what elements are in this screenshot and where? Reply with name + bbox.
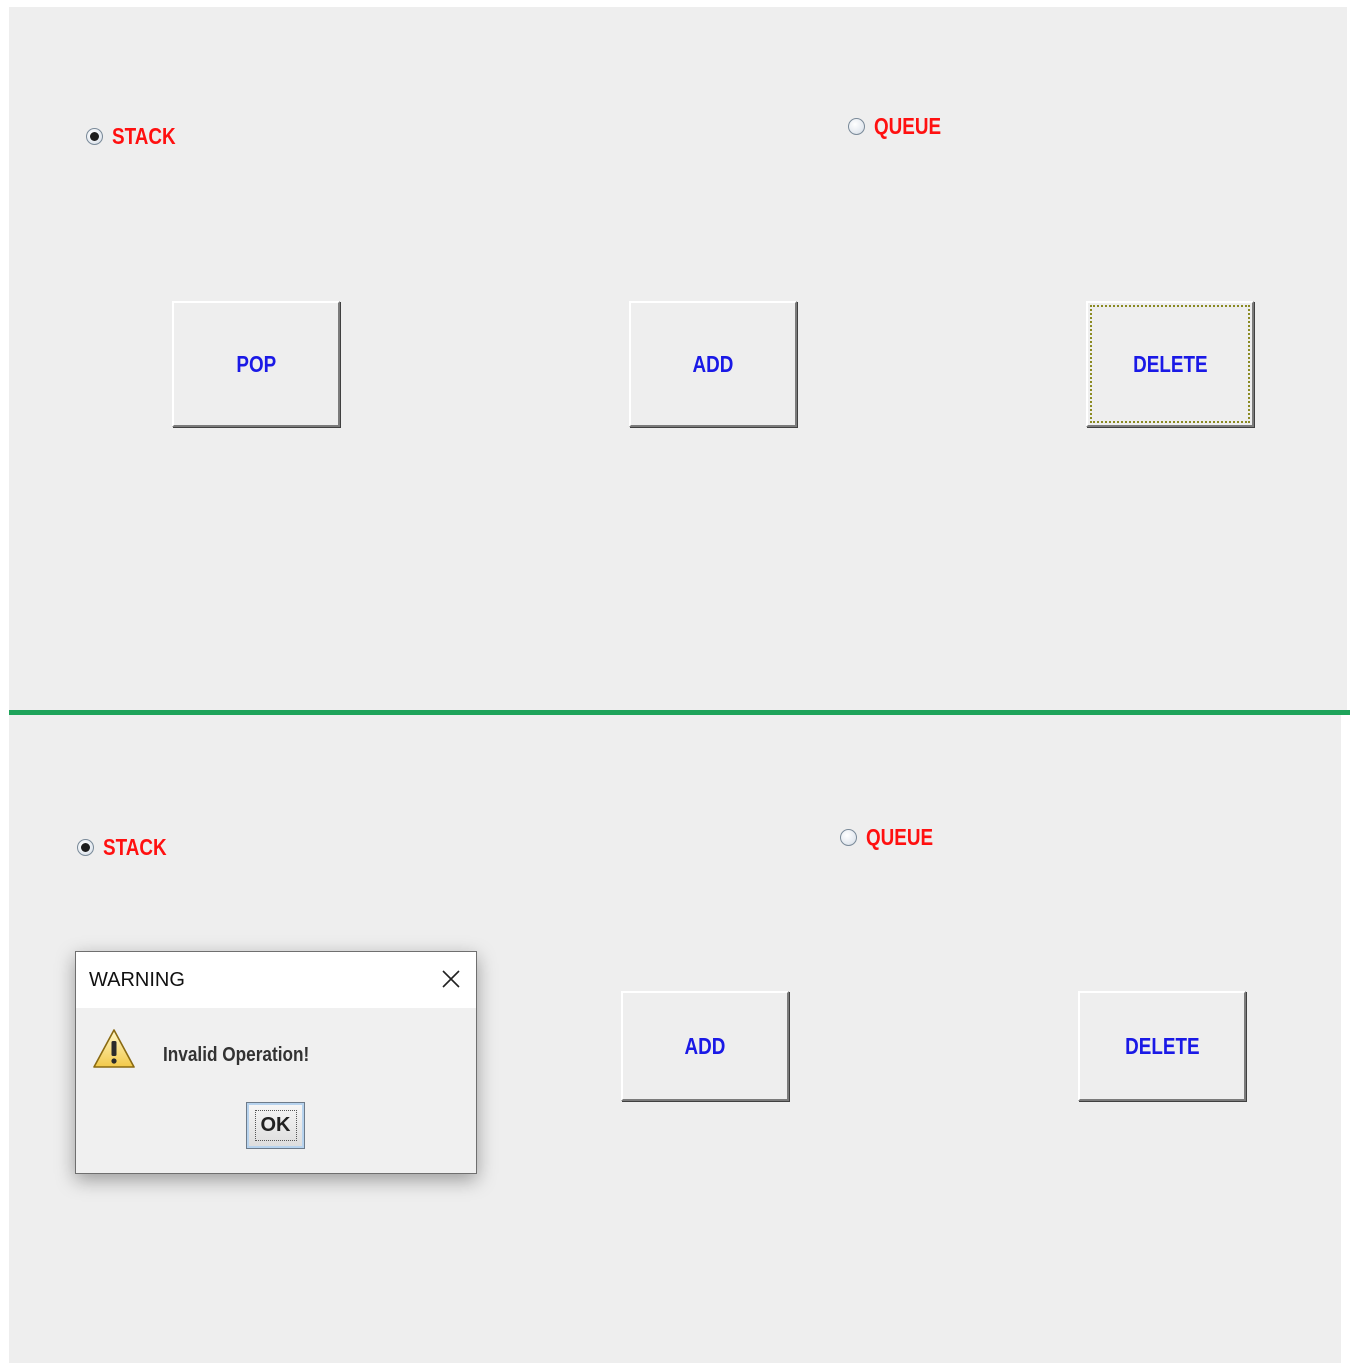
radio-stack-label: STACK (103, 834, 167, 860)
delete-button-top[interactable]: DELETE (1086, 301, 1254, 427)
warning-dialog: WARNING Invalid Operation! OK (75, 951, 477, 1174)
pop-button[interactable]: POP (172, 301, 340, 427)
dialog-message: Invalid Operation! (163, 1044, 310, 1066)
pop-button-label: POP (236, 350, 276, 377)
radio-checked-icon[interactable] (77, 839, 94, 856)
radio-queue-bottom[interactable]: QUEUE (840, 824, 948, 851)
radio-queue-top[interactable]: QUEUE (848, 113, 956, 140)
radio-unchecked-icon[interactable] (848, 118, 865, 135)
radio-queue-label: QUEUE (866, 824, 934, 850)
ok-button[interactable]: OK (246, 1102, 305, 1149)
add-button-label: ADD (684, 1032, 726, 1059)
add-button-bottom[interactable]: ADD (621, 991, 789, 1101)
add-button-label: ADD (692, 350, 734, 377)
radio-checked-icon[interactable] (86, 128, 103, 145)
radio-queue-label: QUEUE (874, 113, 942, 139)
dialog-title: WARNING (89, 968, 185, 991)
radio-stack-top[interactable]: STACK (86, 123, 190, 150)
ok-button-label: OK (254, 1110, 297, 1141)
delete-button-label: DELETE (1132, 350, 1208, 377)
radio-stack-label: STACK (112, 123, 176, 149)
radio-unchecked-icon[interactable] (840, 829, 857, 846)
delete-button-label: DELETE (1124, 1032, 1200, 1059)
warning-icon (92, 1028, 136, 1070)
radio-stack-bottom[interactable]: STACK (77, 834, 181, 861)
dialog-titlebar[interactable]: WARNING (76, 952, 476, 1008)
add-button-top[interactable]: ADD (629, 301, 797, 427)
delete-button-bottom[interactable]: DELETE (1078, 991, 1246, 1101)
close-icon[interactable] (436, 964, 466, 994)
